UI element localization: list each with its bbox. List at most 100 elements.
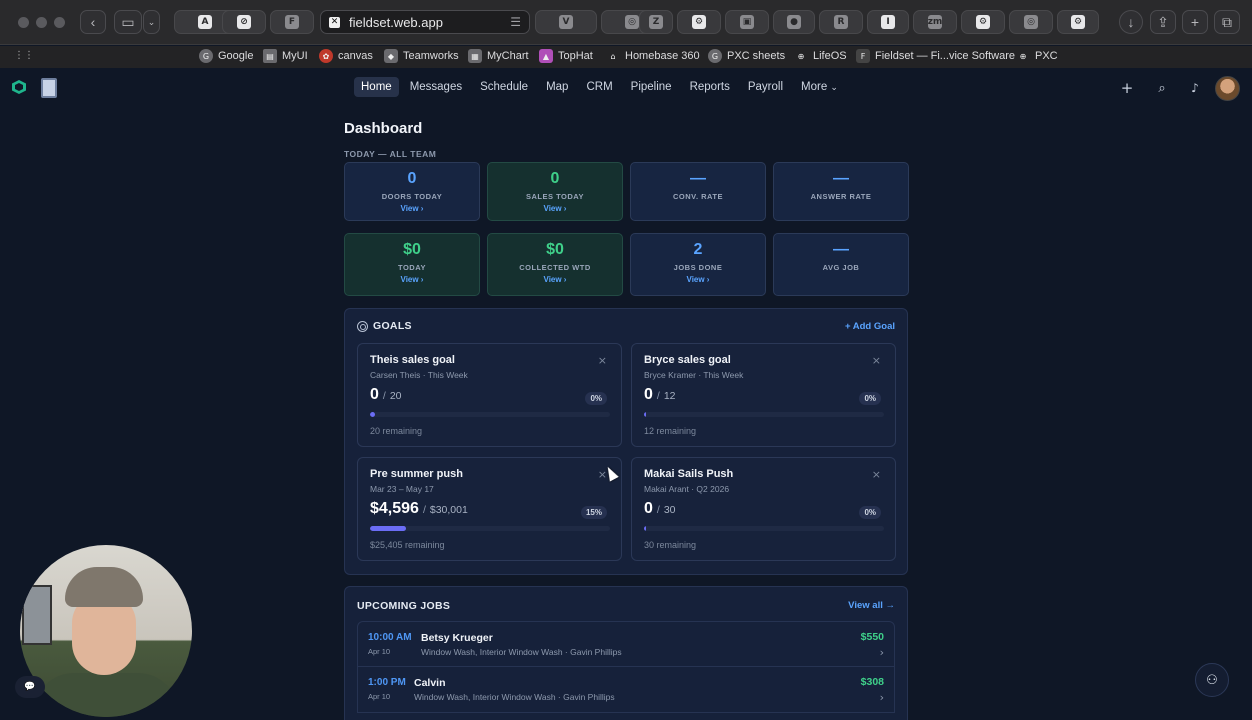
back-icon[interactable]: ‹ [80, 10, 106, 34]
tab-compass[interactable]: ⊘ [222, 10, 266, 34]
bookmark-teamworks[interactable]: ◆ Teamworks [384, 49, 459, 63]
close-icon[interactable]: × [598, 354, 607, 367]
goal-card[interactable]: Bryce sales goal Bryce Kramer · This Wee… [631, 343, 896, 447]
grid-icon[interactable]: ⋮⋮ [14, 50, 34, 61]
stat-doors-today[interactable]: 0 DOORS TODAY View › [344, 162, 480, 221]
add-goal-button[interactable]: + Add Goal [845, 321, 895, 332]
tab-zm[interactable]: zm [913, 10, 957, 34]
goal-progress-fill [644, 412, 647, 417]
tab-settings[interactable]: ⚙ [677, 10, 721, 34]
search-icon[interactable]: ⌕ [1153, 79, 1171, 97]
stat-view-link[interactable]: View › [631, 275, 765, 284]
goal-card[interactable]: Theis sales goal Carsen Theis · This Wee… [357, 343, 622, 447]
stat-label: AVG JOB [822, 263, 860, 272]
bookmark-fieldset[interactable]: F Fieldset — Fi...vice Software [856, 49, 1015, 63]
bookmark-myui[interactable]: ▤ MyUI [263, 49, 308, 63]
plus-icon[interactable]: + [1118, 79, 1136, 97]
new-tab-icon[interactable]: + [1182, 10, 1208, 34]
goal-current: 0 [370, 386, 379, 403]
goal-card[interactable]: Pre summer push Mar 23 – May 17 × $4,596… [357, 457, 622, 561]
share-icon[interactable]: ⇪ [1150, 10, 1176, 34]
nav-messages[interactable]: Messages [403, 77, 469, 97]
goal-progress-fill [370, 412, 375, 417]
bookmark-pxc[interactable]: ⊕ PXC [1016, 49, 1058, 63]
bell-icon[interactable]: ♪ [1186, 79, 1204, 97]
stat-sales-today[interactable]: 0 SALES TODAY View › [487, 162, 623, 221]
tab-fieldset[interactable]: F [270, 10, 314, 34]
fieldset-logo-icon[interactable] [12, 80, 26, 94]
bookmark-canvas[interactable]: ✿ canvas [319, 49, 373, 63]
nav-crm[interactable]: CRM [579, 77, 619, 97]
app-navbar: Home Messages Schedule Map CRM Pipeline … [0, 70, 1252, 108]
bookmark-pxc-sheets[interactable]: G PXC sheets [708, 49, 785, 63]
nav-reports[interactable]: Reports [683, 77, 737, 97]
zoom-window-button[interactable] [54, 17, 65, 28]
person-cap [65, 567, 143, 607]
chat-bubble-icon[interactable]: 💬 [15, 676, 45, 698]
close-icon[interactable]: × [872, 354, 881, 367]
sidebar-toggle-icon[interactable]: ▭ [114, 10, 142, 34]
bookmark-tophat[interactable]: ▲ TopHat [539, 49, 593, 63]
address-bar[interactable]: ✕ fieldset.web.app ☰ [320, 10, 530, 34]
chrome-icon: ◎ [625, 15, 639, 29]
tab-gear[interactable]: ⚙ [961, 10, 1005, 34]
goal-remaining: 30 remaining [644, 540, 697, 550]
stat-label: ANSWER RATE [810, 192, 872, 201]
stat-value: 0 [550, 170, 560, 187]
section-label-today: TODAY — ALL TEAM [344, 149, 437, 159]
stat-jobs-done[interactable]: 2 JOBS DONE View › [630, 233, 766, 296]
z-tab-icon: Z [649, 15, 663, 29]
stat-label: DOORS TODAY [381, 192, 443, 201]
bookmark-google[interactable]: G Google [199, 49, 253, 63]
goal-percent-badge: 0% [859, 392, 881, 405]
view-all-jobs-link[interactable]: View all → [848, 600, 895, 611]
assistant-bot-icon[interactable]: ⚇ [1195, 663, 1229, 697]
reader-mode-icon[interactable]: ☰ [510, 15, 521, 29]
stat-collected-wtd[interactable]: $0 COLLECTED WTD View › [487, 233, 623, 296]
tab-chrome-2[interactable]: ◎ [1009, 10, 1053, 34]
bookmark-lifeos[interactable]: ⊕ LifeOS [794, 49, 847, 63]
download-icon[interactable]: ↓ [1119, 10, 1143, 34]
stat-view-link[interactable]: View › [345, 275, 479, 284]
nav-more[interactable]: More ⌄ [794, 77, 845, 97]
goal-separator: / [382, 390, 386, 402]
goal-title: Bryce sales goal [644, 354, 731, 366]
job-row[interactable]: 10:00 AM Apr 10 Betsy Krueger Window Was… [357, 621, 895, 667]
url-text: fieldset.web.app [349, 14, 443, 30]
user-avatar[interactable] [1215, 76, 1240, 101]
close-icon[interactable]: × [872, 468, 881, 481]
person-shirt [34, 673, 178, 717]
stat-view-link[interactable]: View › [345, 204, 479, 213]
nav-schedule[interactable]: Schedule [473, 77, 535, 97]
goal-subtitle: Makai Arant · Q2 2026 [644, 484, 730, 494]
tab-overview-icon[interactable]: ⧉ [1214, 10, 1240, 34]
bookmark-mychart[interactable]: ▦ MyChart [468, 49, 529, 63]
goal-current: 0 [644, 500, 653, 517]
tab-circle[interactable]: ● [773, 10, 815, 34]
google-icon: G [199, 49, 213, 63]
goal-target: 30 [663, 504, 676, 516]
stat-value: $0 [546, 241, 564, 258]
goal-progress-fill [644, 526, 647, 531]
tab-i[interactable]: I [867, 10, 909, 34]
stat-revenue-today[interactable]: $0 TODAY View › [344, 233, 480, 296]
nav-pipeline[interactable]: Pipeline [624, 77, 679, 97]
tab-v[interactable]: V [535, 10, 597, 34]
tab-z[interactable]: Z [639, 10, 673, 34]
job-row[interactable]: 1:00 PM Apr 10 Calvin Window Wash, Inter… [357, 667, 895, 713]
tab-gear-2[interactable]: ⚙ [1057, 10, 1099, 34]
stat-view-link[interactable]: View › [488, 204, 622, 213]
mychart-icon: ▦ [468, 49, 482, 63]
stat-view-link[interactable]: View › [488, 275, 622, 284]
minimize-window-button[interactable] [36, 17, 47, 28]
goal-card[interactable]: Makai Sails Push Makai Arant · Q2 2026 ×… [631, 457, 896, 561]
nav-payroll[interactable]: Payroll [741, 77, 790, 97]
tab-r[interactable]: R [819, 10, 863, 34]
nav-map[interactable]: Map [539, 77, 575, 97]
tab-image[interactable]: ▣ [725, 10, 769, 34]
close-window-button[interactable] [18, 17, 29, 28]
company-logo[interactable] [41, 78, 57, 98]
bookmark-homebase[interactable]: ⌂ Homebase 360 [606, 49, 699, 63]
nav-home[interactable]: Home [354, 77, 399, 97]
chevron-down-icon[interactable]: ⌄ [143, 10, 160, 34]
